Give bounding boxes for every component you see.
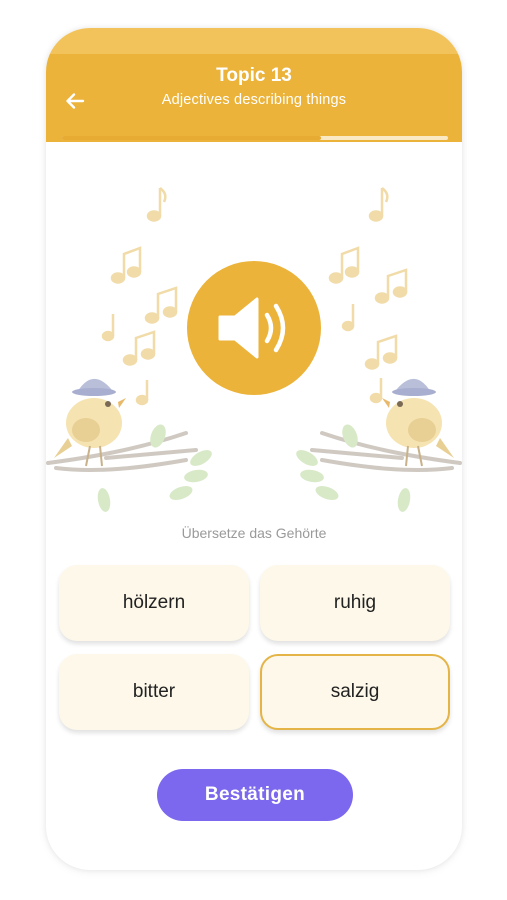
progress-bar bbox=[62, 136, 448, 140]
instruction-text: Übersetze das Gehörte bbox=[181, 525, 327, 541]
phone-frame: Topic 13 Adjectives describing things Üb… bbox=[46, 28, 462, 870]
header-bar: Topic 13 Adjectives describing things bbox=[46, 54, 462, 142]
answer-option[interactable]: hölzern bbox=[59, 565, 249, 641]
confirm-button[interactable]: Bestätigen bbox=[157, 769, 353, 821]
play-audio-button[interactable] bbox=[187, 261, 321, 395]
status-strip bbox=[46, 28, 462, 54]
speaker-volume-icon bbox=[218, 297, 286, 359]
answer-option[interactable]: bitter bbox=[59, 654, 249, 730]
progress-fill bbox=[62, 136, 321, 140]
right-branch bbox=[310, 431, 462, 472]
page-title: Topic 13 bbox=[216, 65, 292, 86]
left-branch bbox=[46, 431, 198, 472]
answer-option[interactable]: salzig bbox=[260, 654, 450, 730]
answer-option[interactable]: ruhig bbox=[260, 565, 450, 641]
page-subtitle: Adjectives describing things bbox=[161, 92, 347, 108]
music-notes-right bbox=[328, 187, 408, 404]
music-notes-left bbox=[101, 187, 178, 406]
